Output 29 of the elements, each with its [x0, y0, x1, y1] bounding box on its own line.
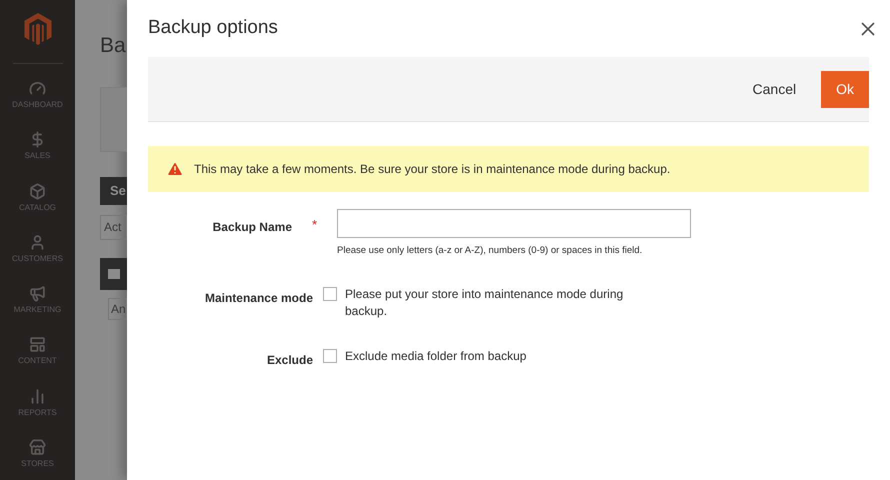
- bar-chart-icon[interactable]: [29, 388, 46, 405]
- warning-icon: [166, 160, 184, 178]
- field-label: Exclude: [266, 353, 313, 368]
- checkbox[interactable]: [323, 349, 337, 364]
- backup-name-field[interactable]: [337, 209, 691, 238]
- ok-button[interactable]: Ok: [821, 70, 869, 108]
- panel: [100, 86, 127, 152]
- field-label: Backup Name: [212, 220, 292, 234]
- required-mark: *: [310, 216, 318, 234]
- cancel-button[interactable]: Cancel: [742, 71, 808, 107]
- checkbox[interactable]: [323, 287, 337, 302]
- select-field[interactable]: Act: [100, 214, 127, 240]
- warning-text: This may take a few moments. Be sure your store is in maintenance mode during backup.: [194, 161, 670, 178]
- layout-icon[interactable]: [28, 336, 46, 354]
- person-icon[interactable]: [29, 234, 46, 251]
- page-button[interactable]: Se: [100, 176, 127, 204]
- modal-title: Backup options: [148, 16, 278, 40]
- megaphone-icon[interactable]: [29, 285, 46, 302]
- store-icon[interactable]: [29, 438, 46, 456]
- box-icon[interactable]: [28, 182, 46, 200]
- field-label: Maintenance mode: [204, 291, 313, 306]
- checkbox-label: Exclude media folder from backup: [345, 348, 528, 366]
- page-title: Ba: [100, 33, 126, 59]
- filter-field[interactable]: An: [108, 298, 127, 320]
- checkbox-label: Please put your store into maintenance mode during backup.: [345, 286, 624, 320]
- logo-icon[interactable]: [22, 12, 52, 45]
- field-note: Please use only letters (a-z or A-Z), numbers (0-9) or spaces in this field.: [337, 244, 644, 258]
- gauge-icon[interactable]: [29, 80, 46, 98]
- checkbox-icon: [108, 268, 120, 278]
